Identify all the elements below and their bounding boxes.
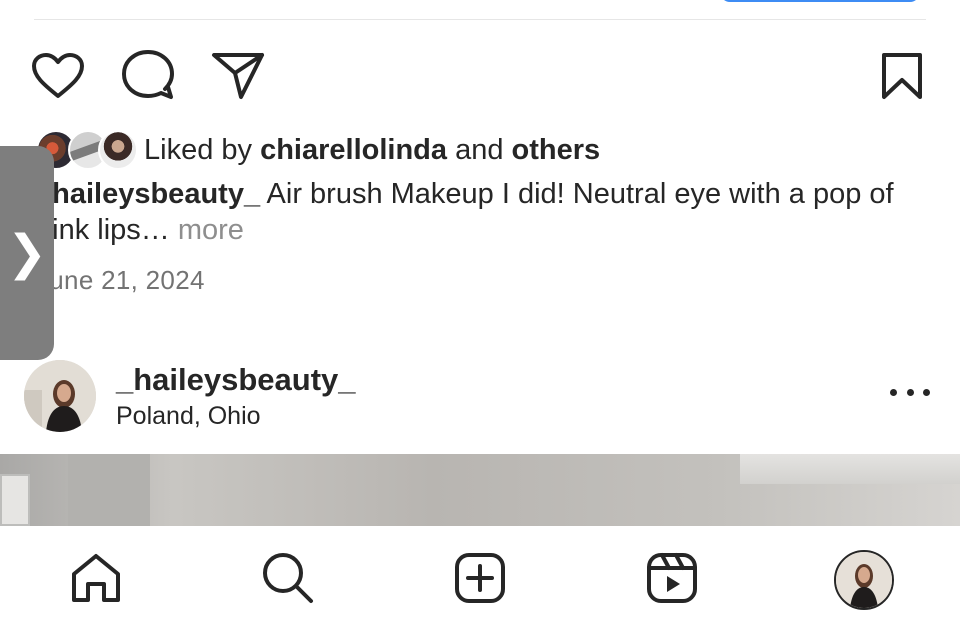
share-icon: [211, 51, 265, 101]
dot: [923, 388, 930, 396]
post-date: June 21, 2024: [36, 265, 205, 295]
caption-username[interactable]: _haileysbeauty_: [36, 178, 260, 210]
image-ceiling: [740, 454, 960, 484]
tab-home[interactable]: [66, 550, 126, 610]
dot: [890, 388, 897, 396]
tab-search[interactable]: [258, 550, 318, 610]
image-door: [0, 474, 30, 526]
avatar: [98, 130, 138, 170]
tab-reels[interactable]: [642, 550, 702, 610]
post-action-bar: [0, 44, 960, 104]
bottom-tab-bar: [0, 526, 960, 640]
image-frame: [68, 454, 150, 526]
tab-create[interactable]: [450, 550, 510, 610]
likes-text: Liked by chiarellolinda and others: [144, 130, 600, 170]
likes-others-link[interactable]: others: [512, 134, 601, 166]
post-header: _haileysbeauty_ Poland, Ohio: [0, 352, 960, 442]
liker-username[interactable]: chiarellolinda: [260, 134, 447, 166]
comment-icon: [121, 49, 175, 103]
top-action-button[interactable]: [720, 0, 920, 2]
share-button[interactable]: [208, 48, 268, 104]
search-icon: [261, 551, 315, 610]
more-options-button[interactable]: [890, 382, 930, 402]
likes-row[interactable]: Liked by chiarellolinda and others: [36, 128, 600, 172]
like-button[interactable]: [28, 50, 88, 102]
divider: [34, 19, 926, 20]
side-drawer-handle[interactable]: ❯: [0, 146, 54, 360]
post-caption: _haileysbeauty_ Air brush Makeup I did! …: [36, 176, 906, 248]
caption-more-link[interactable]: more: [170, 214, 244, 246]
heart-icon: [31, 52, 85, 100]
reels-icon: [646, 552, 698, 609]
post-location[interactable]: Poland, Ohio: [116, 400, 261, 432]
likes-middle: and: [447, 134, 512, 166]
save-button[interactable]: [874, 48, 930, 104]
tab-profile[interactable]: [834, 550, 894, 610]
dot: [906, 388, 914, 396]
likes-prefix: Liked by: [144, 134, 261, 166]
chevron-right-icon: ❯: [6, 225, 48, 281]
create-icon: [454, 552, 506, 609]
home-icon: [69, 552, 123, 609]
post-image[interactable]: [0, 454, 960, 526]
post-author-avatar[interactable]: [24, 360, 96, 432]
bookmark-icon: [880, 52, 924, 100]
profile-avatar: [836, 552, 892, 608]
post-author-username[interactable]: _haileysbeauty_: [116, 360, 356, 400]
comment-button[interactable]: [118, 48, 178, 104]
